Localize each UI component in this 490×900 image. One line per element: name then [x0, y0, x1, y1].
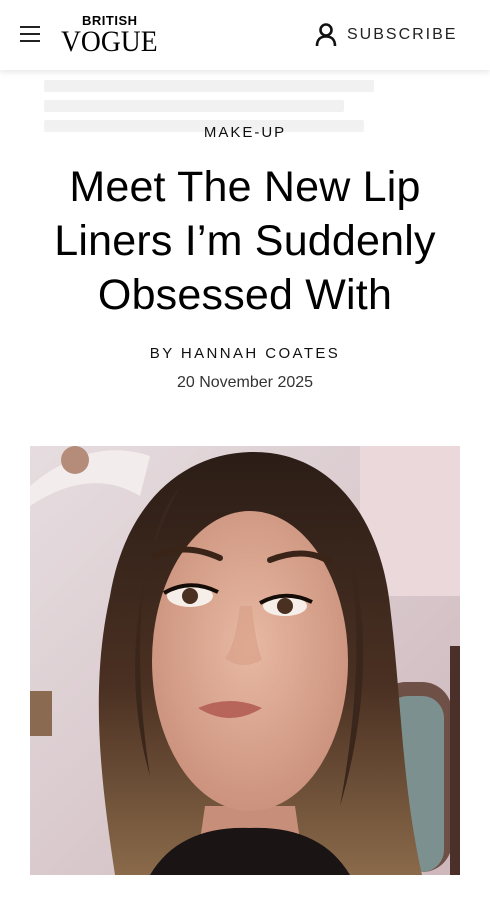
subscribe-button[interactable]: SUBSCRIBE [315, 20, 457, 50]
article-headline: Meet The New Lip Liners I’m Suddenly Obs… [20, 160, 470, 322]
headline-line: Obsessed With [97, 271, 393, 319]
logo-vogue-text: VOGUE [61, 25, 158, 58]
byline-prefix: BY [149, 345, 175, 362]
hamburger-menu-icon[interactable] [20, 26, 40, 44]
user-icon [315, 23, 337, 47]
headline-line: Liners I’m Suddenly [54, 217, 436, 265]
site-header: BRITISH VOGUE SUBSCRIBE [0, 0, 490, 70]
article-category-link[interactable]: MAKE-UP [0, 124, 490, 141]
author-link[interactable]: HANNAH COATES [181, 345, 340, 362]
subscribe-label: SUBSCRIBE [347, 26, 458, 43]
article-byline: BY HANNAH COATES [0, 345, 490, 362]
article-hero-photo [30, 446, 460, 875]
headline-line: Meet The New Lip [69, 163, 421, 211]
vogue-logo[interactable]: BRITISH VOGUE [58, 12, 162, 60]
publish-date: 20 November 2025 [176, 374, 314, 391]
portrait-illustration [30, 446, 460, 875]
